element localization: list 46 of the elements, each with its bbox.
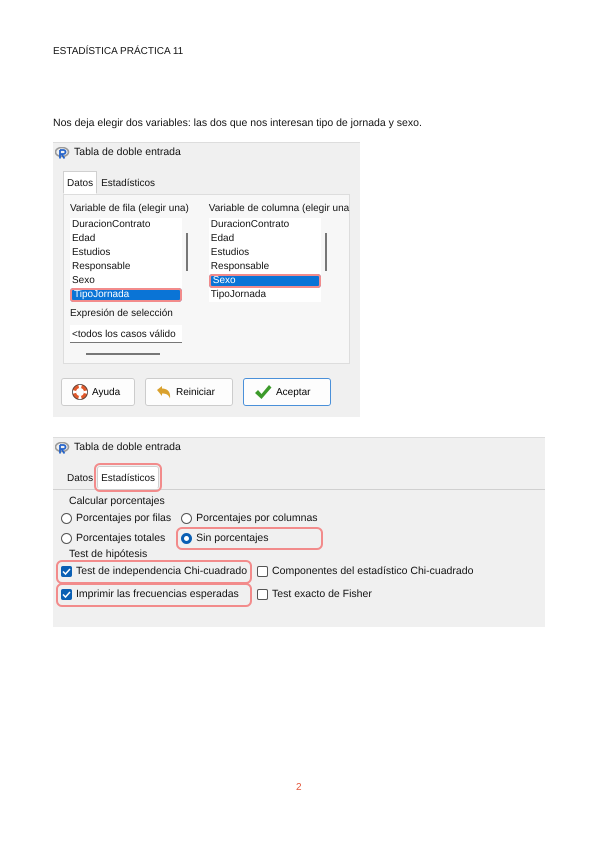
button[interactable]: Aceptar [243, 378, 331, 406]
checkmark-icon [254, 384, 272, 400]
checkbox-option[interactable]: Componentes del estadístico Chi-cuadrado [255, 563, 476, 581]
radio-option[interactable]: Porcentajes por filas [59, 510, 174, 528]
list-label: Variable de columna (elegir una [208, 202, 350, 216]
lifebuoy-icon [72, 384, 88, 400]
radio-option[interactable]: Sin porcentajes [179, 530, 320, 548]
tab[interactable]: Estadísticos [97, 466, 160, 489]
list-item[interactable]: Edad [208, 232, 321, 246]
r-logo-icon [55, 442, 70, 454]
checkbox-option[interactable]: Imprimir las frecuencias esperadas [59, 586, 250, 604]
r-logo-icon [55, 147, 70, 159]
scrollbar[interactable] [186, 233, 188, 271]
list-item[interactable]: Responsable [208, 260, 321, 274]
list-item[interactable]: Responsable [70, 260, 182, 274]
list-item[interactable]: DuracionContrato [208, 218, 321, 232]
list-item[interactable]: TipoJornada [208, 288, 321, 302]
list-item[interactable]: Sexo [208, 274, 321, 288]
scrollbar[interactable] [324, 233, 327, 271]
tab[interactable]: Datos [63, 171, 98, 194]
button[interactable]: Ayuda [61, 378, 135, 406]
window-title: Tabla de doble entrada [74, 440, 181, 456]
list-item[interactable]: Estudios [208, 246, 321, 260]
checkbox-option[interactable]: Test exacto de Fisher [255, 586, 476, 604]
field-label: Expresión de selección [70, 307, 174, 321]
list-label: Variable de fila (elegir una) [70, 202, 189, 216]
page-heading: ESTADÍSTICA PRÁCTICA 11 [53, 44, 184, 59]
check-icon [62, 590, 71, 600]
list-item[interactable]: DuracionContrato [70, 218, 182, 232]
list-item[interactable]: Sexo [70, 274, 182, 288]
undo-arrow-icon [156, 385, 172, 399]
list-item[interactable]: TipoJornada [70, 288, 182, 302]
group-label: Test de hipótesis [68, 547, 148, 562]
page-number: 2 [296, 781, 302, 795]
radio-option[interactable]: Porcentajes por columnas [179, 510, 320, 528]
radio-option[interactable]: Porcentajes totales [59, 530, 174, 548]
check-icon [62, 567, 71, 576]
window-title: Tabla de doble entrada [74, 145, 181, 160]
scrollbar[interactable] [86, 353, 160, 355]
button[interactable]: Reiniciar [145, 378, 233, 406]
input-field[interactable]: <todos los casos válido [70, 325, 182, 343]
list-item[interactable]: Edad [70, 232, 182, 246]
group-label: Calcular porcentajes [68, 494, 166, 509]
checkbox-option[interactable]: Test de independencia Chi-cuadrado [59, 563, 250, 581]
paragraph: Nos deja elegir dos variables: las dos que nos interesan tipo de jornada y sexo. [53, 116, 422, 131]
list-item[interactable]: Estudios [70, 246, 182, 260]
